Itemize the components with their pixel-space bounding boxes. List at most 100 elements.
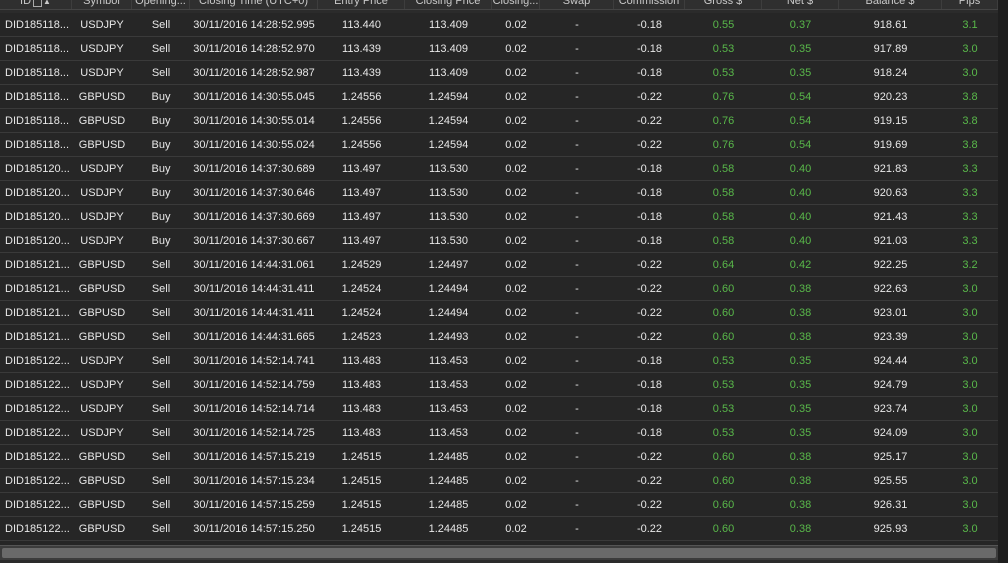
cell-symbol: USDJPY <box>80 234 124 247</box>
cell-symbol: GBPUSD <box>78 90 126 103</box>
cell-closing-price: 113.530 <box>429 162 468 175</box>
horizontal-scrollbar[interactable] <box>0 545 998 560</box>
cell-commission: -0.22 <box>636 474 663 487</box>
cell-balance: 924.79 <box>873 378 908 391</box>
col-header-gross[interactable]: Gross $ <box>685 0 762 9</box>
cell-closing-qty: 0.02 <box>505 426 527 439</box>
col-header-swap[interactable]: Swap <box>540 0 614 9</box>
table-row[interactable]: DID185122... GBPUSD Sell 30/11/2016 14:57:1… <box>0 517 998 541</box>
cell-gross: 0.53 <box>712 426 735 439</box>
cell-direction: Sell <box>151 522 171 535</box>
cell-balance: 920.63 <box>873 186 908 199</box>
cell-pips: 3.8 <box>962 90 978 103</box>
table-row[interactable]: DID185118... USDJPY Sell 30/11/2016 14:28:5… <box>0 13 998 37</box>
col-header-balance[interactable]: Balance $ <box>839 0 942 9</box>
table-row[interactable]: DID185122... USDJPY Sell 30/11/2016 14:52:1… <box>0 373 998 397</box>
table-row[interactable]: DID185121... GBPUSD Sell 30/11/2016 14:44:3… <box>0 253 998 277</box>
cell-balance: 921.43 <box>873 210 908 223</box>
cell-symbol: GBPUSD <box>78 138 126 151</box>
cell-closing-time: 30/11/2016 14:28:52.970 <box>193 42 315 55</box>
horizontal-scrollbar-thumb[interactable] <box>2 548 996 558</box>
cell-closing-qty: 0.02 <box>505 210 527 223</box>
col-header-closing-price[interactable]: Closing Price <box>405 0 492 9</box>
table-row[interactable]: DID185118... GBPUSD Buy 30/11/2016 14:30:55… <box>0 85 998 109</box>
table-body: DID185118... USDJPY Sell 30/11/2016 14:28:5… <box>0 13 998 560</box>
table-row[interactable]: DID185121... GBPUSD Sell 30/11/2016 14:44:3… <box>0 301 998 325</box>
table-row[interactable]: DID185118... GBPUSD Buy 30/11/2016 14:30:55… <box>0 109 998 133</box>
cell-symbol: GBPUSD <box>78 498 126 511</box>
table-row[interactable]: DID185122... GBPUSD Sell 30/11/2016 14:57:1… <box>0 493 998 517</box>
cell-commission: -0.18 <box>636 210 663 223</box>
table-row[interactable]: DID185122... USDJPY Sell 30/11/2016 14:52:1… <box>0 397 998 421</box>
cell-pips: 3.0 <box>962 498 978 511</box>
cell-commission: -0.18 <box>636 162 663 175</box>
cell-symbol: USDJPY <box>80 66 124 79</box>
vertical-scrollbar[interactable] <box>998 0 1008 563</box>
cell-closing-qty: 0.02 <box>505 450 527 463</box>
cell-closing-price: 113.453 <box>429 402 468 415</box>
col-header-id[interactable]: ID ▲ <box>0 0 72 9</box>
cell-swap: - <box>575 450 579 463</box>
cell-net: 0.35 <box>789 378 812 391</box>
cell-closing-qty: 0.02 <box>505 138 527 151</box>
cell-pips: 3.0 <box>962 306 978 319</box>
cell-balance: 921.03 <box>873 234 908 247</box>
table-row[interactable]: DID185118... USDJPY Sell 30/11/2016 14:28:5… <box>0 37 998 61</box>
cell-closing-qty: 0.02 <box>505 378 527 391</box>
cell-closing-price: 113.530 <box>429 210 468 223</box>
cell-pips: 3.3 <box>962 162 978 175</box>
table-row[interactable]: DID185122... USDJPY Sell 30/11/2016 14:52:1… <box>0 349 998 373</box>
cell-swap: - <box>575 330 579 343</box>
table-row[interactable]: DID185120... USDJPY Buy 30/11/2016 14:37:30… <box>0 205 998 229</box>
cell-entry-price: 113.497 <box>342 186 381 199</box>
cell-commission: -0.18 <box>636 402 663 415</box>
table-row[interactable]: DID185118... USDJPY Sell 30/11/2016 14:28:5… <box>0 61 998 85</box>
table-row[interactable]: DID185120... USDJPY Buy 30/11/2016 14:37:30… <box>0 229 998 253</box>
cell-net: 0.40 <box>789 234 812 247</box>
table-row[interactable]: DID185121... GBPUSD Sell 30/11/2016 14:44:3… <box>0 277 998 301</box>
cell-balance: 919.69 <box>873 138 908 151</box>
cell-entry-price: 113.439 <box>342 66 381 79</box>
cell-net: 0.35 <box>789 354 812 367</box>
cell-closing-price: 1.24494 <box>428 282 469 295</box>
cell-gross: 0.53 <box>712 378 735 391</box>
cell-symbol: GBPUSD <box>78 114 126 127</box>
col-header-commission[interactable]: Commission <box>614 0 685 9</box>
cell-commission: -0.22 <box>636 282 663 295</box>
cell-gross: 0.60 <box>712 330 735 343</box>
col-header-closing-time[interactable]: Closing Time (UTC+0) <box>190 0 318 9</box>
cell-closing-qty: 0.02 <box>505 18 527 31</box>
table-row[interactable]: DID185122... GBPUSD Sell 30/11/2016 14:57:1… <box>0 469 998 493</box>
col-header-pips[interactable]: Pips <box>942 0 998 9</box>
cell-direction: Sell <box>151 282 171 295</box>
col-header-symbol[interactable]: Symbol <box>72 0 132 9</box>
cell-direction: Sell <box>151 330 171 343</box>
cell-entry-price: 1.24529 <box>341 258 382 271</box>
col-header-net[interactable]: Net $ <box>762 0 839 9</box>
cell-closing-price: 113.453 <box>429 426 468 439</box>
cell-closing-price: 1.24485 <box>428 522 469 535</box>
col-header-entry-price[interactable]: Entry Price <box>318 0 405 9</box>
col-header-opening[interactable]: Opening... <box>132 0 190 9</box>
cell-commission: -0.22 <box>636 114 663 127</box>
cell-id: DID185122... <box>5 474 70 487</box>
cell-closing-time: 30/11/2016 14:44:31.411 <box>193 282 315 295</box>
cell-closing-price: 113.453 <box>429 354 468 367</box>
cell-closing-qty: 0.02 <box>505 354 527 367</box>
cell-gross: 0.58 <box>712 210 735 223</box>
col-header-closing-qty[interactable]: Closing... <box>492 0 540 9</box>
cell-pips: 3.3 <box>962 234 978 247</box>
cell-symbol: USDJPY <box>80 186 124 199</box>
table-row[interactable]: DID185122... USDJPY Sell 30/11/2016 14:52:1… <box>0 421 998 445</box>
cell-commission: -0.18 <box>636 66 663 79</box>
cell-closing-price: 1.24485 <box>428 450 469 463</box>
table-row[interactable]: DID185118... GBPUSD Buy 30/11/2016 14:30:55… <box>0 133 998 157</box>
table-row[interactable]: DID185120... USDJPY Buy 30/11/2016 14:37:30… <box>0 157 998 181</box>
cell-id: DID185120... <box>5 186 70 199</box>
cell-swap: - <box>575 354 579 367</box>
table-row[interactable]: DID185120... USDJPY Buy 30/11/2016 14:37:30… <box>0 181 998 205</box>
cell-closing-qty: 0.02 <box>505 90 527 103</box>
table-row[interactable]: DID185121... GBPUSD Sell 30/11/2016 14:44:3… <box>0 325 998 349</box>
table-row[interactable]: DID185122... GBPUSD Sell 30/11/2016 14:57:1… <box>0 445 998 469</box>
cell-direction: Buy <box>151 234 171 247</box>
